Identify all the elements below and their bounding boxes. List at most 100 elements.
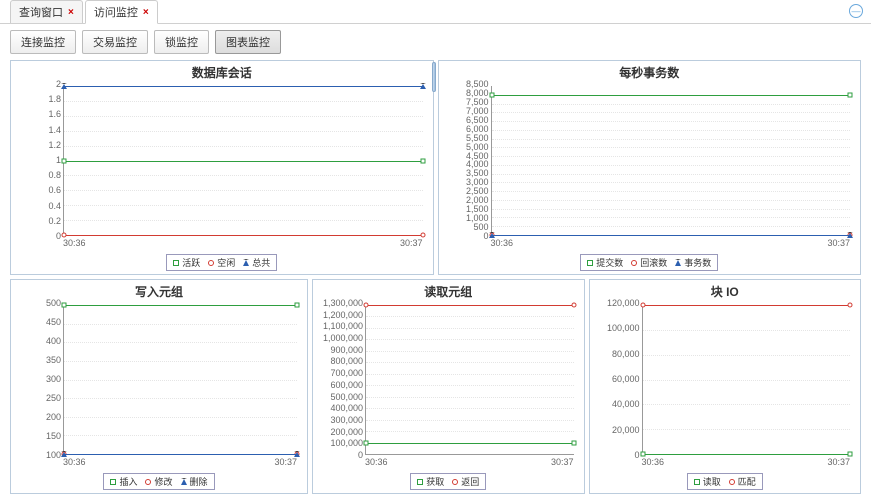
tab-0[interactable]: 查询窗口 × xyxy=(10,0,83,23)
x-tick: 30:37 xyxy=(274,457,297,467)
chart-title: 数据库会话 xyxy=(11,61,433,82)
series-marker xyxy=(420,233,425,238)
y-tick: 1,100,000 xyxy=(323,321,363,331)
series-marker xyxy=(62,233,67,238)
y-tick: 3,000 xyxy=(466,177,489,187)
chart-plot: 00.20.40.60.811.21.41.61.8230:3630:37 xyxy=(13,84,425,250)
y-tick: 1.4 xyxy=(48,125,61,135)
series-marker xyxy=(848,452,853,457)
series-marker xyxy=(571,440,576,445)
series-marker xyxy=(848,303,853,308)
chart-plot: 10015020025030035040045050030:3630:37 xyxy=(13,303,299,469)
y-tick: 80,000 xyxy=(612,349,640,359)
series-marker xyxy=(848,92,853,97)
x-tick: 30:37 xyxy=(827,457,850,467)
legend-label: 修改 xyxy=(154,475,172,488)
subtab-1[interactable]: 交易监控 xyxy=(82,30,148,54)
legend-marker-icon xyxy=(694,479,700,485)
tab-1[interactable]: 访问监控× xyxy=(85,0,158,24)
y-tick: 100,000 xyxy=(330,438,363,448)
y-tick: 250 xyxy=(46,393,61,403)
x-tick: 30:37 xyxy=(827,238,850,248)
series-line xyxy=(64,161,423,162)
series-marker xyxy=(61,83,67,89)
legend-marker-icon xyxy=(417,479,423,485)
legend-item: 删除 xyxy=(181,475,208,488)
legend-item: 活跃 xyxy=(173,256,200,269)
y-tick: 5,500 xyxy=(466,133,489,143)
y-tick: 8,000 xyxy=(466,88,489,98)
splitter-handle[interactable] xyxy=(432,62,436,92)
y-tick: 900,000 xyxy=(330,345,363,355)
legend-marker-icon xyxy=(243,259,249,266)
y-tick: 400,000 xyxy=(330,403,363,413)
y-tick: 500 xyxy=(473,222,488,232)
y-tick: 0.8 xyxy=(48,170,61,180)
close-icon[interactable]: × xyxy=(143,7,149,18)
legend-item: 总共 xyxy=(243,256,270,269)
series-marker xyxy=(295,303,300,308)
series-line xyxy=(64,235,423,236)
x-tick: 30:37 xyxy=(400,238,423,248)
legend-marker-icon xyxy=(208,260,214,266)
chart-plot: 05001,0001,5002,0002,5003,0003,5004,0004… xyxy=(441,84,853,250)
y-tick: 5,000 xyxy=(466,142,489,152)
y-tick: 200 xyxy=(46,412,61,422)
y-tick: 300 xyxy=(46,374,61,384)
y-tick: 500 xyxy=(46,298,61,308)
x-tick: 30:36 xyxy=(642,457,665,467)
series-line xyxy=(643,454,851,455)
chart-legend: 读取 匹配 xyxy=(687,473,763,490)
y-tick: 100 xyxy=(46,450,61,460)
y-tick: 1,000,000 xyxy=(323,333,363,343)
legend-marker-icon xyxy=(110,479,116,485)
series-line xyxy=(366,443,574,444)
y-tick: 150 xyxy=(46,431,61,441)
subtab-3[interactable]: 图表监控 xyxy=(215,30,281,54)
y-tick: 450 xyxy=(46,317,61,327)
y-tick: 0 xyxy=(634,450,639,460)
series-line xyxy=(492,235,851,236)
y-tick: 200,000 xyxy=(330,427,363,437)
series-line xyxy=(64,86,423,87)
close-icon[interactable]: × xyxy=(68,7,74,18)
series-marker xyxy=(640,303,645,308)
y-tick: 0 xyxy=(56,231,61,241)
y-tick: 6,500 xyxy=(466,115,489,125)
legend-label: 回滚数 xyxy=(640,256,667,269)
tab-label: 查询窗口 xyxy=(19,4,63,20)
y-tick: 100,000 xyxy=(607,323,640,333)
subtab-2[interactable]: 锁监控 xyxy=(154,30,209,54)
legend-label: 提交数 xyxy=(596,256,623,269)
y-tick: 0.4 xyxy=(48,201,61,211)
legend-item: 提交数 xyxy=(587,256,623,269)
y-tick: 4,000 xyxy=(466,159,489,169)
series-marker xyxy=(420,83,426,89)
chart-plot: 020,00040,00060,00080,000100,000120,0003… xyxy=(592,303,853,469)
y-tick: 4,500 xyxy=(466,151,489,161)
minimize-icon[interactable]: — xyxy=(849,4,863,18)
y-tick: 7,000 xyxy=(466,106,489,116)
legend-item: 返回 xyxy=(452,475,479,488)
legend-item: 插入 xyxy=(110,475,137,488)
legend-label: 读取 xyxy=(703,475,721,488)
subtab-0[interactable]: 连接监控 xyxy=(10,30,76,54)
legend-label: 匹配 xyxy=(738,475,756,488)
y-tick: 1 xyxy=(56,155,61,165)
y-tick: 60,000 xyxy=(612,374,640,384)
legend-item: 修改 xyxy=(145,475,172,488)
chart-legend: 活跃空闲总共 xyxy=(166,254,277,271)
y-tick: 1,200,000 xyxy=(323,310,363,320)
y-tick: 2,500 xyxy=(466,186,489,196)
y-tick: 0.6 xyxy=(48,185,61,195)
y-tick: 1.8 xyxy=(48,94,61,104)
legend-marker-icon xyxy=(145,479,151,485)
x-tick: 30:36 xyxy=(365,457,388,467)
x-tick: 30:36 xyxy=(63,457,86,467)
sub-tab-bar: 连接监控交易监控锁监控图表监控 xyxy=(0,24,871,60)
panel-tuples-read: 读取元组0100,000200,000300,000400,000500,000… xyxy=(312,279,585,494)
y-tick: 8,500 xyxy=(466,79,489,89)
y-tick: 2,000 xyxy=(466,195,489,205)
series-line xyxy=(64,454,297,455)
chart-title: 每秒事务数 xyxy=(439,61,861,82)
